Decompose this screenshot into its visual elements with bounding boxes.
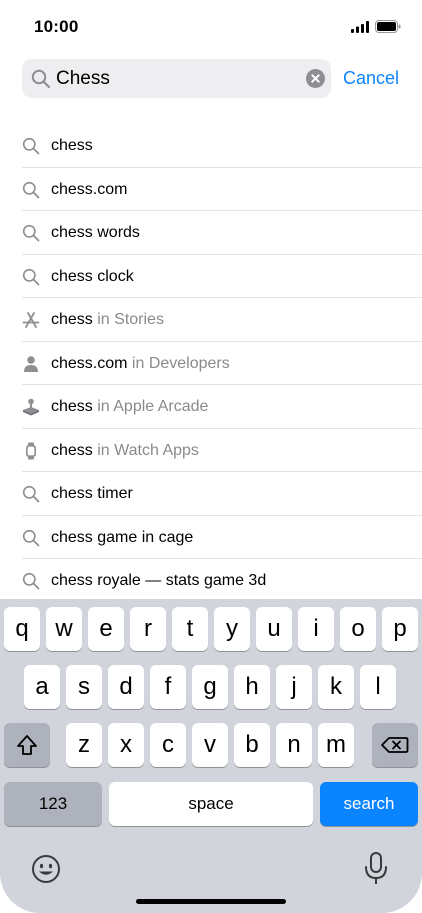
space-key[interactable]: space [109, 782, 313, 826]
key-j[interactable]: j [276, 665, 312, 709]
suggestion-row[interactable]: chess game in cage [0, 516, 422, 559]
search-icon [22, 268, 40, 285]
status-time: 10:00 [34, 17, 79, 36]
suggestion-row[interactable]: chess words [0, 211, 422, 255]
suggestion-row[interactable]: chess clock [0, 255, 422, 298]
joystick-icon [23, 398, 39, 416]
key-t[interactable]: t [172, 607, 208, 651]
key-l[interactable]: l [360, 665, 396, 709]
suggestion-row[interactable]: chess in Apple Arcade [0, 385, 422, 429]
suggestion-text: chess.com [51, 354, 128, 372]
key-a[interactable]: a [24, 665, 60, 709]
suggestion-row[interactable]: chess in Stories [0, 298, 422, 342]
shift-key[interactable] [4, 723, 50, 767]
numbers-key[interactable]: 123 [4, 782, 102, 826]
suggestion-text: chess [51, 311, 93, 328]
shift-icon [17, 735, 37, 755]
key-m[interactable]: m [318, 723, 354, 767]
home-indicator[interactable] [136, 899, 286, 904]
suggestion-row[interactable]: chess [0, 124, 422, 168]
key-v[interactable]: v [192, 723, 228, 767]
backspace-icon [381, 737, 409, 753]
suggestion-text: chess timer [51, 485, 133, 502]
suggestion-suffix: in Watch Apps [92, 441, 199, 459]
suggestion-row[interactable]: chess.com in Developers [0, 342, 422, 385]
battery-icon [375, 20, 401, 33]
search-field[interactable] [22, 59, 331, 98]
search-icon [22, 529, 40, 546]
search-key[interactable]: search [320, 782, 418, 826]
emoji-icon[interactable] [30, 853, 62, 885]
suggestion-suffix: in Stories [92, 311, 164, 328]
key-k[interactable]: k [318, 665, 354, 709]
key-c[interactable]: c [150, 723, 186, 767]
key-s[interactable]: s [66, 665, 102, 709]
microphone-icon[interactable] [362, 851, 390, 887]
app-store-icon [22, 312, 40, 328]
search-icon [22, 224, 40, 242]
suggestion-text: chess words [51, 224, 140, 241]
search-icon [22, 572, 40, 590]
search-icon [31, 69, 51, 89]
key-b[interactable]: b [234, 723, 270, 767]
suggestion-row[interactable]: chess in Watch Apps [0, 429, 422, 472]
key-u[interactable]: u [256, 607, 292, 651]
cancel-button[interactable]: Cancel [343, 68, 399, 89]
key-x[interactable]: x [108, 723, 144, 767]
key-e[interactable]: e [88, 607, 124, 651]
suggestion-text: chess [51, 137, 93, 154]
suggestion-suffix: in Apple Arcade [92, 398, 209, 415]
suggestion-text: chess [51, 441, 93, 459]
suggestion-suffix: in Developers [127, 354, 230, 372]
search-input[interactable] [56, 59, 318, 98]
key-o[interactable]: o [340, 607, 376, 651]
signal-icon [351, 21, 369, 33]
search-icon [22, 181, 40, 198]
search-icon [22, 485, 40, 503]
key-w[interactable]: w [46, 607, 82, 651]
suggestion-text: chess game in cage [51, 528, 194, 546]
person-icon [24, 355, 38, 372]
key-p[interactable]: p [382, 607, 418, 651]
keyboard: q w e r t y u i o p a s d f g h j k l z … [0, 599, 422, 913]
key-y[interactable]: y [214, 607, 250, 651]
key-n[interactable]: n [276, 723, 312, 767]
key-f[interactable]: f [150, 665, 186, 709]
suggestion-row[interactable]: chess royale — stats game 3d [0, 559, 422, 603]
suggestion-text: chess royale — stats game 3d [51, 572, 267, 589]
status-bar: 10:00 [0, 0, 422, 52]
suggestion-row[interactable]: chess.com [0, 168, 422, 211]
suggestion-text: chess clock [51, 267, 134, 285]
search-icon [22, 137, 40, 155]
key-i[interactable]: i [298, 607, 334, 651]
suggestion-text: chess [51, 398, 93, 415]
key-q[interactable]: q [4, 607, 40, 651]
suggestion-text: chess.com [51, 180, 128, 198]
key-r[interactable]: r [130, 607, 166, 651]
watch-icon [26, 442, 36, 459]
clear-icon[interactable] [306, 69, 325, 88]
key-z[interactable]: z [66, 723, 102, 767]
key-h[interactable]: h [234, 665, 270, 709]
suggestion-row[interactable]: chess timer [0, 472, 422, 516]
key-d[interactable]: d [108, 665, 144, 709]
key-g[interactable]: g [192, 665, 228, 709]
delete-key[interactable] [372, 723, 418, 767]
